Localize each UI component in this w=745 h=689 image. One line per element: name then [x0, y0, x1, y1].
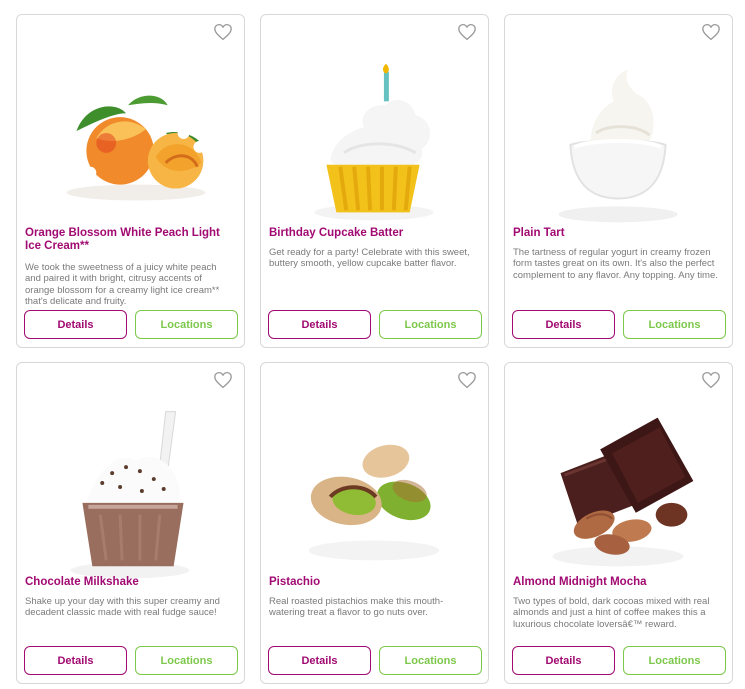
flavor-title: Almond Midnight Mocha — [513, 576, 647, 588]
flavor-description: Real roasted pistachios make this mouth-… — [269, 596, 444, 619]
details-button[interactable]: Details — [512, 310, 615, 339]
flavor-description: Two types of bold, dark cocoas mixed wit… — [513, 596, 710, 630]
flavor-title: Pistachio — [269, 576, 321, 588]
flavor-card: Chocolate Milkshake Shake up your day wi… — [16, 362, 245, 684]
flavor-description: Shake up your day with this super creamy… — [25, 596, 220, 619]
locations-button[interactable]: Locations — [623, 646, 726, 675]
locations-button[interactable]: Locations — [379, 646, 482, 675]
chocolate-almond-icon — [552, 417, 694, 567]
flavor-title: Birthday Cupcake Batter — [269, 227, 404, 239]
details-button[interactable]: Details — [268, 646, 371, 675]
heart-icon[interactable] — [457, 23, 477, 41]
pistachio-icon — [308, 444, 440, 561]
locations-button[interactable]: Locations — [623, 310, 726, 339]
flavor-card: Plain Tart The tartness of regular yogur… — [504, 14, 733, 348]
flavor-description: We took the sweetness of a juicy white p… — [25, 262, 220, 307]
details-button[interactable]: Details — [512, 646, 615, 675]
milkshake-icon — [70, 411, 190, 579]
locations-button[interactable]: Locations — [379, 310, 482, 339]
flavor-description: Get ready for a party! Celebrate with th… — [269, 247, 470, 270]
frozen-yogurt-cup-icon — [558, 69, 678, 223]
heart-icon[interactable] — [701, 23, 721, 41]
cupcake-icon — [314, 63, 434, 221]
flavor-title: Plain Tart — [513, 227, 565, 239]
peach-icon — [66, 95, 206, 201]
flavor-description: The tartness of regular yogurt in creamy… — [513, 247, 718, 281]
heart-icon[interactable] — [213, 371, 233, 389]
heart-icon[interactable] — [457, 371, 477, 389]
flavor-grid: Orange Blossom White Peach Light Ice Cre… — [0, 0, 745, 689]
locations-button[interactable]: Locations — [135, 310, 238, 339]
details-button[interactable]: Details — [24, 310, 127, 339]
details-button[interactable]: Details — [268, 310, 371, 339]
flavor-card: Almond Midnight Mocha Two types of bold,… — [504, 362, 733, 684]
flavor-title: Chocolate Milkshake — [25, 576, 139, 588]
flavor-title: Orange Blossom White Peach Light Ice Cre… — [25, 227, 220, 252]
heart-icon[interactable] — [701, 371, 721, 389]
flavor-card: Orange Blossom White Peach Light Ice Cre… — [16, 14, 245, 348]
flavor-card: Birthday Cupcake Batter Get ready for a … — [260, 14, 489, 348]
heart-icon[interactable] — [213, 23, 233, 41]
details-button[interactable]: Details — [24, 646, 127, 675]
locations-button[interactable]: Locations — [135, 646, 238, 675]
flavor-card: Pistachio Real roasted pistachios make t… — [260, 362, 489, 684]
